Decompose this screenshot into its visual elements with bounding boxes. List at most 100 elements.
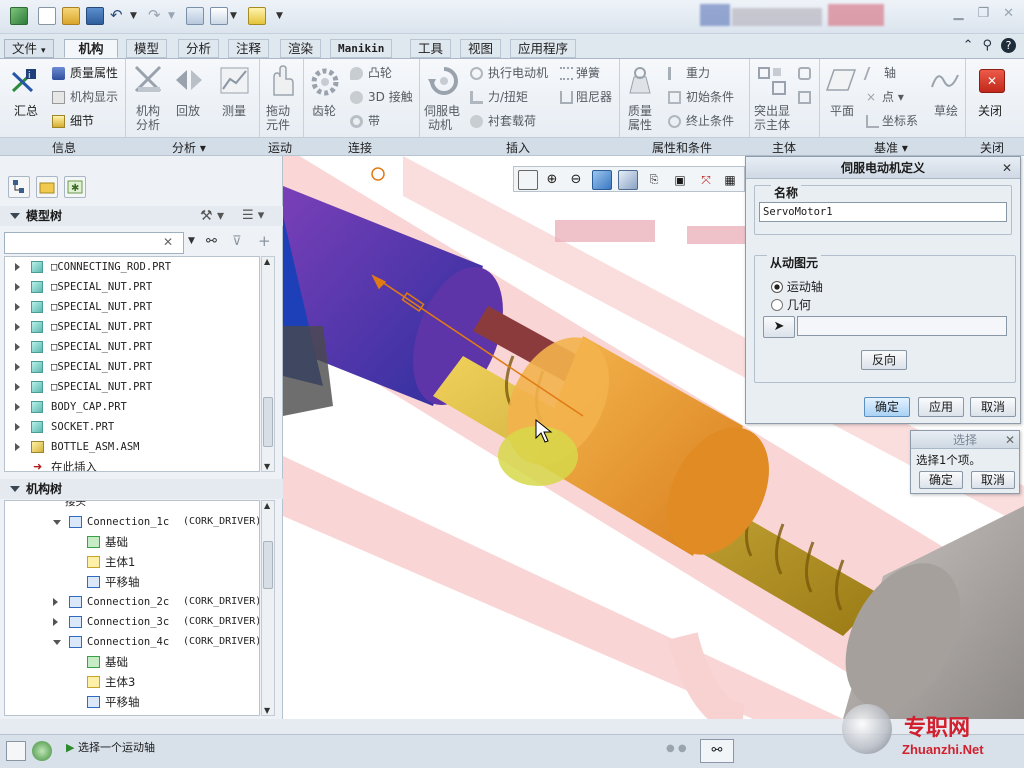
3d-contact-icon[interactable] [350, 91, 363, 104]
model-tree-header[interactable]: 模型树 [0, 206, 283, 226]
qat-customize-icon[interactable]: ▼ [276, 7, 294, 25]
expand-icon[interactable] [15, 283, 20, 291]
new-file-icon[interactable] [38, 7, 56, 25]
tree-row[interactable]: 基础 [5, 532, 259, 552]
expand-icon[interactable] [53, 598, 58, 606]
select-arrow-button[interactable]: ➤ [763, 316, 795, 338]
scroll-up-icon[interactable]: ▲ [264, 501, 270, 510]
force-torque-button[interactable]: 力/扭矩 [488, 91, 528, 104]
zoom-out-icon[interactable]: ⊖ [566, 170, 586, 190]
3d-contact-button[interactable]: 3D 接触 [368, 91, 413, 104]
tab-mechanism[interactable]: 机构 [64, 39, 118, 58]
playback-label[interactable]: 回放 [176, 105, 200, 118]
collapse-icon[interactable] [53, 520, 61, 525]
servo-motor-icon[interactable] [428, 65, 460, 97]
tab-manikin[interactable]: Manikin [330, 39, 393, 58]
close-window-icon[interactable] [248, 7, 266, 25]
axis-icon[interactable] [863, 67, 882, 80]
cam-button[interactable]: 凸轮 [368, 67, 392, 80]
mass-props-icon[interactable] [52, 67, 65, 80]
expand-icon[interactable] [15, 263, 20, 271]
windows-dropdown-icon[interactable]: ▼ [230, 7, 248, 25]
drag-components-label[interactable]: 拖动 [266, 105, 290, 118]
tree-row[interactable]: □SPECIAL_NUT.PRT [5, 337, 259, 357]
close-icon[interactable]: ✕ [1002, 157, 1012, 179]
expand-icon[interactable] [15, 303, 20, 311]
tree-row[interactable]: BOTTLE_ASM.ASM [5, 437, 259, 457]
tree-row[interactable]: Connection_4c (CORK_DRIVER) [5, 632, 259, 652]
cam-icon[interactable] [350, 67, 363, 80]
body-settings-icon[interactable] [798, 67, 811, 80]
tab-tools[interactable]: 工具 [410, 39, 452, 58]
close-icon[interactable]: ✕ [1005, 431, 1015, 449]
expand-icon[interactable] [15, 423, 20, 431]
ok-button[interactable]: 确定 [864, 397, 910, 417]
open-folder-icon[interactable] [62, 7, 80, 25]
tree-row[interactable]: □SPECIAL_NUT.PRT [5, 297, 259, 317]
tree-search-input[interactable]: ✕ [4, 232, 184, 254]
saved-orientations-icon[interactable]: ⎘ [644, 170, 664, 190]
tab-model[interactable]: 模型 [126, 39, 168, 58]
gravity-button[interactable]: 重力 [686, 67, 710, 80]
browser-toggle-icon[interactable] [32, 741, 52, 761]
body-setup-icon[interactable] [798, 91, 811, 104]
mech-analysis-label[interactable]: 机构 [136, 105, 160, 118]
tree-row[interactable]: 主体3 [5, 672, 259, 692]
mass-properties-label[interactable]: 质量 [628, 105, 652, 118]
playback-icon[interactable] [174, 67, 204, 93]
collapse-icon[interactable] [53, 640, 61, 645]
radio-motion-axis[interactable]: 运动轴 [771, 278, 823, 295]
mech-display-button[interactable]: 机构显示 [70, 91, 118, 104]
termination-conditions-icon[interactable] [668, 115, 681, 128]
minimize-icon[interactable]: ▁ [953, 6, 963, 21]
highlight-bodies-icon[interactable] [756, 65, 788, 97]
tree-row[interactable]: □CONNECTING_ROD.PRT [5, 257, 259, 277]
drag-components-icon[interactable] [266, 65, 296, 97]
add-icon[interactable]: + [258, 232, 271, 250]
scroll-up-icon[interactable]: ▲ [264, 257, 270, 266]
csys-button[interactable]: 坐标系 [882, 115, 918, 128]
expand-icon[interactable] [15, 323, 20, 331]
refit-icon[interactable] [518, 170, 538, 190]
mechanism-tree-header[interactable]: 机构树 [0, 479, 283, 499]
select-cancel-button[interactable]: 取消 [971, 471, 1015, 489]
tree-row[interactable]: SOCKET.PRT [5, 417, 259, 437]
mechanism-tree-scrollbar[interactable]: ▲ ▼ [261, 500, 275, 716]
detail-button[interactable]: 细节 [70, 115, 94, 128]
close-icon[interactable]: ✕ [1003, 6, 1014, 21]
group-name-datum[interactable]: 基准 ▾ [874, 139, 908, 156]
close-mechanism-icon[interactable]: ✕ [979, 69, 1005, 93]
point-icon[interactable]: × [866, 91, 879, 104]
insert-here-row[interactable]: ➜ 在此插入 [5, 457, 259, 471]
reverse-button[interactable]: 反向 [861, 350, 907, 370]
select-ok-button[interactable]: 确定 [919, 471, 963, 489]
find-icon[interactable]: ⚯ [700, 739, 734, 763]
tree-row[interactable]: □SPECIAL_NUT.PRT [5, 277, 259, 297]
plane-label[interactable]: 平面 [830, 105, 854, 118]
sketch-icon[interactable] [930, 67, 960, 93]
mass-props-button[interactable]: 质量属性 [70, 67, 118, 80]
point-button[interactable]: 点 ▾ [882, 91, 904, 104]
zoom-in-icon[interactable]: ⊕ [542, 170, 562, 190]
summary-label[interactable]: 汇总 [14, 105, 38, 118]
radio-geometry[interactable]: 几何 [771, 296, 811, 313]
plane-icon[interactable] [825, 67, 857, 93]
view-manager-icon[interactable]: ▣ [670, 170, 690, 190]
datum-display-icon[interactable]: ⤧ [696, 170, 716, 190]
initial-conditions-icon[interactable] [668, 91, 681, 104]
mass-properties-icon[interactable] [624, 65, 656, 97]
annotation-display-icon[interactable]: ▦ [720, 170, 740, 190]
tree-row[interactable]: 主体1 [5, 552, 259, 572]
expand-icon[interactable] [15, 443, 20, 451]
spring-icon[interactable] [560, 67, 573, 80]
tree-row[interactable]: □SPECIAL_NUT.PRT [5, 317, 259, 337]
bushing-load-button[interactable]: 衬套载荷 [488, 115, 536, 128]
belt-icon[interactable] [350, 115, 363, 128]
expand-icon[interactable] [15, 403, 20, 411]
measure-label[interactable]: 测量 [222, 105, 246, 118]
collapse-icon[interactable] [10, 486, 20, 492]
initial-conditions-button[interactable]: 初始条件 [686, 91, 734, 104]
servo-motor-label[interactable]: 伺服电 [424, 105, 460, 118]
tab-view[interactable]: 视图 [460, 39, 502, 58]
sketch-label[interactable]: 草绘 [934, 105, 958, 118]
